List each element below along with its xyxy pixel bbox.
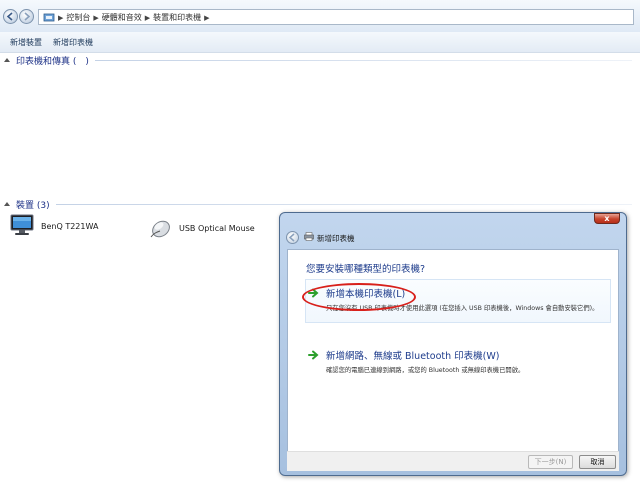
control-panel-icon xyxy=(43,13,55,21)
back-button[interactable] xyxy=(3,9,18,24)
dialog-footer: 下一步(N) 取消 xyxy=(287,451,619,471)
green-arrow-icon xyxy=(308,350,319,360)
dialog-heading: 您要安裝哪種類型的印表機? xyxy=(306,264,426,275)
add-printer-dialog: x 新增印表機 您要安裝哪種類型的印表機? 新增本機印表機(L) 只在您沒有 U… xyxy=(279,212,627,476)
printer-icon xyxy=(304,232,314,241)
monitor-icon xyxy=(10,214,34,235)
forward-arrow-icon xyxy=(24,12,31,21)
next-button[interactable]: 下一步(N) xyxy=(528,455,573,469)
group-divider xyxy=(94,59,632,61)
breadcrumb-separator: ▶ xyxy=(58,13,64,22)
cancel-button[interactable]: 取消 xyxy=(579,455,616,469)
add-printer-button[interactable]: 新增印表機 xyxy=(53,37,93,48)
option-title: 新增網路、無線或 Bluetooth 印表機(W) xyxy=(326,351,500,362)
breadcrumb-separator: ▶ xyxy=(144,13,151,22)
breadcrumb-hardware-sound[interactable]: 硬體和音效 xyxy=(102,12,142,23)
option-description: 確認您的電腦已連線到網路，或您的 Bluetooth 或無線印表機已開啟。 xyxy=(326,367,525,374)
collapse-arrow-icon xyxy=(4,202,10,206)
add-network-printer-option[interactable]: 新增網路、無線或 Bluetooth 印表機(W) 確認您的電腦已連線到網路，或… xyxy=(308,348,524,374)
printers-group-title: 印表機和傳真 ( ) xyxy=(16,56,89,67)
devices-group-title: 裝置 (3) xyxy=(16,200,50,211)
dialog-content: 您要安裝哪種類型的印表機? 新增本機印表機(L) 只在您沒有 USB 印表機時才… xyxy=(287,249,619,461)
group-divider xyxy=(55,203,632,205)
breadcrumb-control-panel[interactable]: 控制台 xyxy=(66,12,90,23)
device-label: USB Optical Mouse xyxy=(179,223,255,233)
collapse-arrow-icon xyxy=(4,58,10,62)
devices-group-header[interactable]: 裝置 (3) xyxy=(0,197,640,211)
breadcrumb-separator: ▶ xyxy=(204,13,210,22)
device-item-mouse[interactable]: USB Optical Mouse xyxy=(147,215,255,241)
close-icon: x xyxy=(604,214,610,223)
dialog-back-button[interactable] xyxy=(286,231,299,244)
annotation-ellipse xyxy=(302,283,416,311)
mouse-icon xyxy=(150,220,170,238)
breadcrumb-devices-printers[interactable]: 裝置和印表機 xyxy=(153,12,201,23)
address-bar: ▶ 控制台 ▶ 硬體和音效 ▶ 裝置和印表機 ▶ xyxy=(0,0,640,33)
add-device-button[interactable]: 新增裝置 xyxy=(10,37,42,48)
command-bar: 新增裝置 新增印表機 xyxy=(0,32,640,53)
breadcrumb-separator: ▶ xyxy=(93,13,99,22)
device-item-monitor[interactable]: BenQ T221WA xyxy=(9,213,98,239)
forward-button[interactable] xyxy=(19,9,34,24)
close-button[interactable]: x xyxy=(594,213,620,224)
address-field[interactable]: ▶ 控制台 ▶ 硬體和音效 ▶ 裝置和印表機 ▶ xyxy=(38,9,634,25)
device-label: BenQ T221WA xyxy=(41,221,99,231)
dialog-title: 新增印表機 xyxy=(317,234,355,243)
back-arrow-icon xyxy=(288,233,295,242)
back-arrow-icon xyxy=(6,12,13,21)
printers-group-header[interactable]: 印表機和傳真 ( ) xyxy=(0,53,640,67)
